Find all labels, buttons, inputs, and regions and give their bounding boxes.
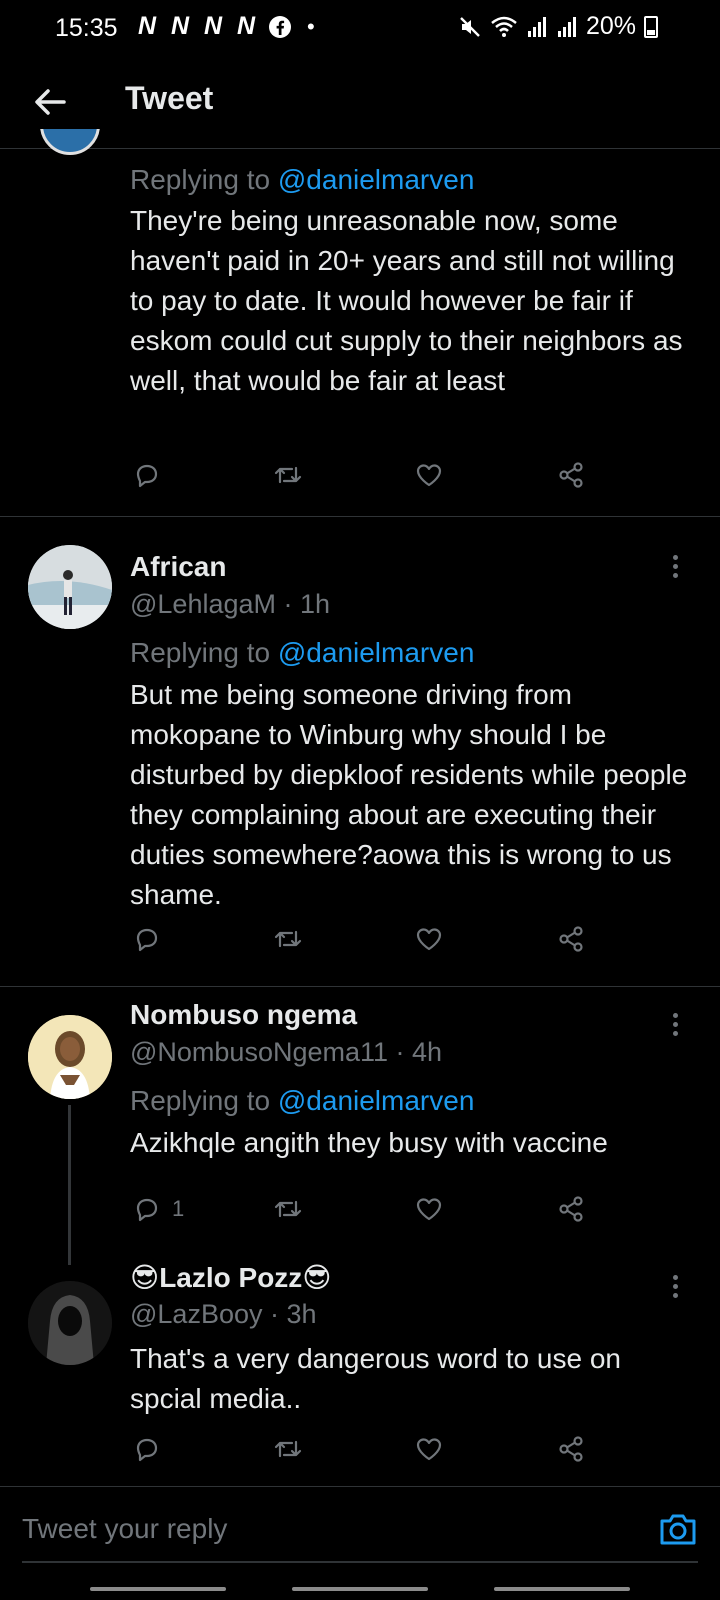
avatar[interactable]: [28, 1015, 112, 1099]
mention-link[interactable]: @danielmarven: [278, 637, 475, 668]
tweet-card[interactable]: Replying to @danielmarven They're being …: [0, 129, 720, 516]
mention-link[interactable]: @danielmarven: [278, 1085, 475, 1116]
retweet-button[interactable]: [272, 1189, 304, 1229]
like-button[interactable]: [414, 919, 444, 959]
retweet-button[interactable]: [272, 455, 304, 495]
battery-percent: 20%: [585, 12, 636, 40]
share-button[interactable]: [556, 919, 586, 959]
reply-input[interactable]: Tweet your reply: [22, 1513, 227, 1545]
netflix-notification-icon: N: [203, 12, 223, 40]
reply-icon: [136, 1438, 158, 1462]
more-options-icon[interactable]: [673, 551, 683, 582]
heart-icon: [416, 928, 442, 951]
heart-icon: [416, 464, 442, 487]
share-button[interactable]: [556, 455, 586, 495]
avatar[interactable]: [40, 129, 100, 155]
thread-line: [68, 1105, 71, 1265]
reply-button[interactable]: 1: [132, 1189, 184, 1229]
retweet-icon: [274, 1200, 302, 1218]
tweet-text: Azikhqle angith they busy with vaccine: [130, 1127, 608, 1158]
share-icon: [559, 462, 583, 488]
status-time: 15:35: [55, 14, 118, 42]
tweet-text: But me being someone driving from mokopa…: [130, 679, 688, 910]
replying-to: Replying to @danielmarven: [130, 637, 475, 668]
replying-to: Replying to @danielmarven: [130, 1085, 475, 1116]
reply-count: 1: [172, 1196, 185, 1221]
author-name[interactable]: African: [130, 551, 226, 583]
reply-input-underline: [22, 1561, 698, 1563]
author-handle: @LazBooy · 3h: [130, 1299, 317, 1329]
tweet-card[interactable]: Nombuso ngema @NombusoNgema11 · 4h Reply…: [0, 987, 720, 1265]
netflix-notification-icon: N: [236, 12, 256, 40]
tweet-actions: [130, 919, 690, 959]
avatar[interactable]: [28, 545, 112, 629]
signal-icon: [557, 16, 576, 37]
mute-icon: [460, 16, 480, 37]
tweet-actions: [130, 455, 690, 495]
battery-icon: [644, 15, 658, 38]
back-arrow-icon[interactable]: [30, 82, 70, 122]
retweet-icon: [274, 1440, 302, 1458]
author-name[interactable]: Nombuso ngema: [130, 999, 357, 1031]
tweet-text: That's a very dangerous word to use on s…: [130, 1343, 621, 1414]
avatar-image: [28, 1015, 112, 1099]
camera-icon[interactable]: [658, 1511, 698, 1547]
share-button[interactable]: [556, 1189, 586, 1229]
tweet-actions: [130, 1429, 690, 1469]
netflix-notification-icon: N: [170, 12, 190, 40]
retweet-button[interactable]: [272, 919, 304, 959]
netflix-notification-icon: N: [137, 12, 157, 40]
system-icons: 20%: [458, 12, 658, 41]
author-handle: @LehlagaM · 1h: [130, 589, 331, 619]
heart-icon: [416, 1438, 442, 1461]
mention-link[interactable]: @danielmarven: [278, 164, 475, 195]
share-icon: [559, 1196, 583, 1222]
avatar-image: [28, 1281, 112, 1365]
reply-button[interactable]: [132, 919, 162, 959]
reply-icon: [136, 928, 158, 952]
author-name[interactable]: 😎Lazlo Pozz😎: [130, 1261, 332, 1294]
tweet-actions: 1: [130, 1189, 690, 1229]
facebook-icon: [269, 15, 291, 38]
avatar[interactable]: [28, 1281, 112, 1365]
nav-back-hint[interactable]: [494, 1587, 630, 1591]
reply-button[interactable]: [132, 455, 162, 495]
like-button[interactable]: [414, 455, 444, 495]
replying-to: Replying to @danielmarven: [130, 164, 475, 195]
tweet-text: They're being unreasonable now, some hav…: [130, 205, 683, 396]
reply-icon: [136, 464, 158, 488]
reply-button[interactable]: [132, 1429, 162, 1469]
like-button[interactable]: [414, 1189, 444, 1229]
tweet-card[interactable]: African @LehlagaM · 1h Replying to @dani…: [0, 517, 720, 986]
nav-home-hint[interactable]: [292, 1587, 428, 1591]
top-app-bar: Tweet: [0, 56, 720, 149]
notification-icons: N N N N •: [132, 12, 315, 41]
wifi-icon: [491, 16, 517, 37]
reply-icon: [136, 1198, 158, 1222]
like-button[interactable]: [414, 1429, 444, 1469]
share-button[interactable]: [556, 1429, 586, 1469]
reply-composer: Tweet your reply: [0, 1486, 720, 1599]
page-title: Tweet: [125, 80, 214, 116]
retweet-button[interactable]: [272, 1429, 304, 1469]
retweet-icon: [274, 466, 302, 484]
more-options-icon[interactable]: [673, 1009, 683, 1040]
share-icon: [559, 1436, 583, 1462]
signal-icon: [527, 16, 546, 37]
heart-icon: [416, 1198, 442, 1221]
share-icon: [559, 926, 583, 952]
more-notifications-icon: •: [307, 13, 315, 39]
retweet-icon: [274, 930, 302, 948]
nav-recents-hint[interactable]: [90, 1587, 226, 1591]
tweet-card[interactable]: 😎Lazlo Pozz😎 @LazBooy · 3h That's a very…: [0, 1257, 720, 1486]
status-bar: 15:35 N N N N • 20%: [0, 0, 720, 56]
more-options-icon[interactable]: [673, 1271, 683, 1302]
author-handle: @NombusoNgema11 · 4h: [130, 1037, 443, 1067]
avatar-image: [28, 545, 112, 629]
